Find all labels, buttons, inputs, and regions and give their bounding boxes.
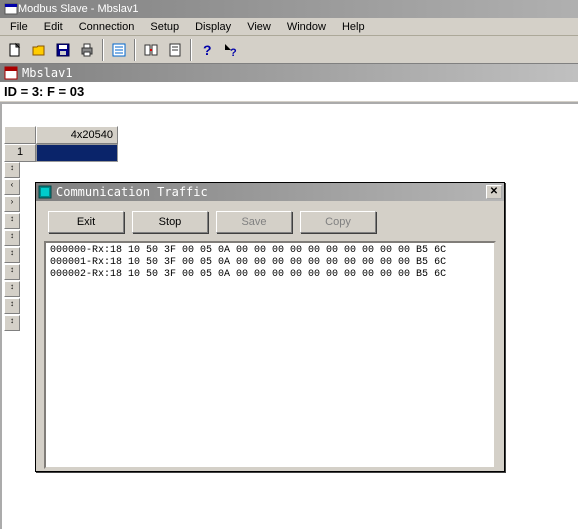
menu-file[interactable]: File [2,19,36,35]
menu-window[interactable]: Window [279,19,334,35]
document-icon [4,66,18,80]
tab-marker[interactable]: ‹ [4,179,20,195]
child-window-titlebar: Mbslav1 [0,64,578,82]
save-button[interactable]: Save [216,211,292,233]
save-button[interactable] [52,39,74,61]
dialog-titlebar[interactable]: Communication Traffic ✕ [36,183,504,201]
traffic-log[interactable]: 000000-Rx:18 10 50 3F 00 05 0A 00 00 00 … [44,241,496,469]
menu-display[interactable]: Display [187,19,239,35]
menu-setup[interactable]: Setup [142,19,187,35]
menu-help[interactable]: Help [334,19,373,35]
print-button[interactable] [76,39,98,61]
app-icon [4,2,18,16]
toolbar-separator [190,39,192,61]
menu-view[interactable]: View [239,19,279,35]
toolbar: ? ? [0,36,578,64]
grid-cell-selected[interactable] [36,144,118,162]
new-button[interactable] [4,39,26,61]
communication-traffic-dialog: Communication Traffic ✕ Exit Stop Save C… [35,182,505,472]
menu-bar: File Edit Connection Setup Display View … [0,18,578,36]
scroll-tabs: ↕ ‹ › ↕ ↕ ↕ ↕ ↕ ↕ ↕ [4,162,36,332]
tab-marker[interactable]: › [4,196,20,212]
tab-marker[interactable]: ↕ [4,213,20,229]
open-button[interactable] [28,39,50,61]
svg-text:?: ? [203,42,212,58]
exit-button[interactable]: Exit [48,211,124,233]
connect-button[interactable] [140,39,162,61]
close-button[interactable]: ✕ [486,185,502,199]
menu-edit[interactable]: Edit [36,19,71,35]
main-window-titlebar: Modbus Slave - Mbslav1 [0,0,578,18]
grid-corner [4,126,36,144]
copy-button[interactable]: Copy [300,211,376,233]
dialog-icon [38,185,52,199]
grid-row-header[interactable]: 1 [4,144,36,162]
status-text: ID = 3: F = 03 [4,84,84,99]
help-button[interactable]: ? [196,39,218,61]
status-line: ID = 3: F = 03 [0,82,578,102]
toolbar-separator [102,39,104,61]
dialog-title: Communication Traffic [56,185,208,199]
tab-marker[interactable]: ↕ [4,264,20,280]
tab-marker[interactable]: ↕ [4,230,20,246]
child-window-title: Mbslav1 [22,66,73,80]
tab-marker[interactable]: ↕ [4,247,20,263]
grid-column-header[interactable]: 4x20540 [36,126,118,144]
main-window-title: Modbus Slave - Mbslav1 [18,3,138,15]
toolbar-separator [134,39,136,61]
register-grid: 4x20540 1 [4,126,118,162]
tab-marker[interactable]: ↕ [4,315,20,331]
tab-marker[interactable]: ↕ [4,162,20,178]
menu-connection[interactable]: Connection [71,19,143,35]
svg-text:?: ? [230,47,237,58]
properties-button[interactable] [108,39,130,61]
disconnect-button[interactable] [164,39,186,61]
tab-marker[interactable]: ↕ [4,298,20,314]
tab-marker[interactable]: ↕ [4,281,20,297]
stop-button[interactable]: Stop [132,211,208,233]
context-help-button[interactable]: ? [220,39,242,61]
